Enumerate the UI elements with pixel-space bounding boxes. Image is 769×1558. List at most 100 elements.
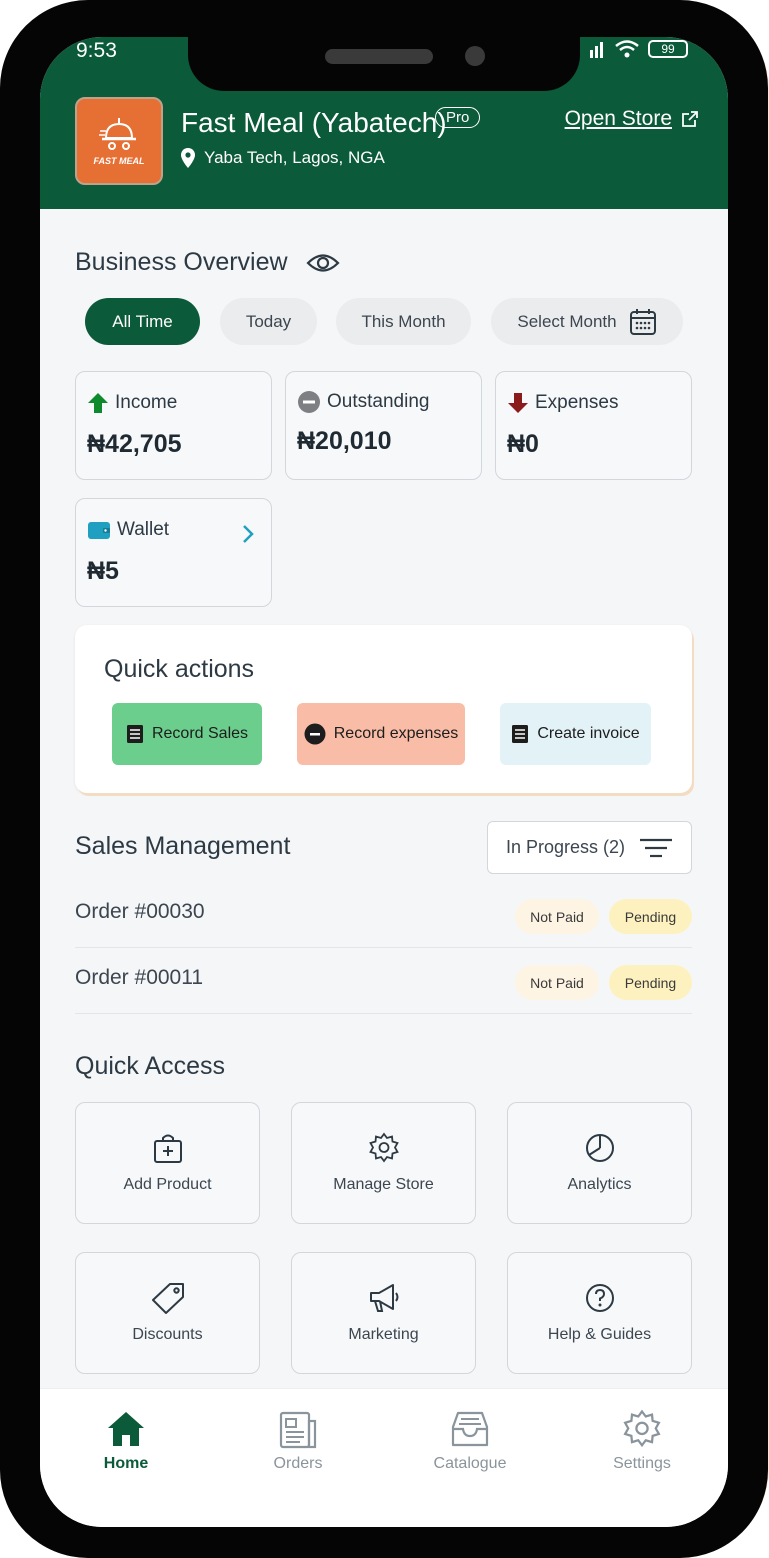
megaphone-icon [369,1284,398,1312]
order-number: Order #00030 [75,900,205,923]
store-location: Yaba Tech, Lagos, NGA [180,147,385,169]
help-guides-label: Help & Guides [547,1326,652,1343]
nav-catalogue-label: Catalogue [433,1455,507,1472]
nav-orders[interactable]: Orders [238,1409,358,1473]
filter-this-month[interactable]: This Month [336,298,471,345]
status-badge: Pending [609,899,692,934]
select-month-label: Select Month [517,311,617,331]
outstanding-label-row: Outstanding [297,390,429,414]
wallet-card[interactable]: Wallet ₦5 [75,498,272,607]
payment-badge: Not Paid [515,899,599,934]
income-value: ₦42,705 [87,430,182,458]
analytics-label: Analytics [567,1176,632,1193]
business-overview-heading: Business Overview [75,248,340,277]
payment-badge: Not Paid [515,965,599,1000]
record-expenses-button[interactable]: Record expenses [297,703,465,765]
wallet-value: ₦5 [87,557,119,585]
store-name: Fast Meal (Yabatech) [181,107,447,138]
receipt-icon [126,725,143,743]
analytics-tile[interactable]: Analytics [507,1102,692,1224]
add-product-tile[interactable]: Add Product [75,1102,260,1224]
outstanding-value: ₦20,010 [297,427,392,455]
bottom-navigation: Home Orders Catalogue Settings [40,1388,728,1527]
status-time: 9:53 [76,39,117,62]
outstanding-label: Outstanding [327,391,430,412]
quick-access-title: Quick Access [75,1052,226,1080]
pro-badge: Pro [435,107,481,128]
create-invoice-button[interactable]: Create invoice [500,703,651,765]
manage-store-label: Manage Store [333,1176,434,1193]
order-row[interactable]: Order #00030 Not Paid Pending [75,882,692,948]
nav-home[interactable]: Home [66,1409,186,1473]
wifi-icon [615,40,639,58]
phone-speaker [325,49,433,64]
wallet-icon [88,522,110,539]
nav-settings-label: Settings [613,1455,671,1472]
filter-icon [640,838,672,857]
open-store-label: Open Store [564,107,672,130]
business-overview-title: Business Overview [75,248,288,276]
open-store-link[interactable]: Open Store [565,107,700,131]
tag-icon [151,1283,184,1314]
wallet-label: Wallet [117,519,170,540]
marketing-tile[interactable]: Marketing [291,1252,476,1374]
status-icons: 99 [590,39,688,59]
outstanding-card: Outstanding ₦20,010 [285,371,482,480]
filter-today[interactable]: Today [220,298,317,345]
arrow-down-icon [508,393,528,413]
eye-icon[interactable] [306,252,340,274]
discounts-tile[interactable]: Discounts [75,1252,260,1374]
discounts-label: Discounts [132,1326,203,1343]
wallet-label-row: Wallet [87,519,169,541]
marketing-label: Marketing [348,1326,419,1343]
nav-settings[interactable]: Settings [582,1409,702,1473]
filter-all-time[interactable]: All Time [85,298,200,345]
sales-management-title: Sales Management [75,832,291,860]
record-sales-label: Record Sales [151,725,249,742]
income-label: Income [115,392,178,413]
record-sales-button[interactable]: Record Sales [112,703,262,765]
order-filter-label: In Progress (2) [506,837,626,857]
order-status-filter[interactable]: In Progress (2) [487,821,692,874]
shopping-bag-plus-icon [153,1134,182,1163]
meal-dome-icon [99,118,136,150]
expenses-label: Expenses [535,392,619,413]
nav-orders-label: Orders [273,1455,323,1472]
invoice-icon [512,725,529,743]
order-number: Order #00011 [75,966,204,989]
arrow-up-icon [88,393,108,413]
record-expenses-label: Record expenses [333,725,459,742]
income-label-row: Income [87,392,177,414]
minus-circle-icon [304,723,326,745]
create-invoice-label: Create invoice [537,725,640,742]
external-link-icon [682,111,698,127]
nav-home-label: Home [103,1455,149,1472]
help-guides-tile[interactable]: Help & Guides [507,1252,692,1374]
order-row[interactable]: Order #00011 Not Paid Pending [75,948,692,1014]
expenses-value: ₦0 [507,430,539,458]
location-text: Yaba Tech, Lagos, NGA [204,148,385,167]
settings-gear-icon [623,1409,661,1448]
minus-circle-icon [298,391,320,413]
store-logo: FAST MEAL [75,97,163,185]
gear-icon [368,1132,399,1163]
catalogue-icon [451,1411,489,1447]
pie-chart-icon [585,1134,614,1162]
orders-icon [279,1411,317,1449]
expenses-card: Expenses ₦0 [495,371,692,480]
home-icon [108,1412,144,1446]
signal-icon [590,42,603,58]
quick-actions-card: Quick actions Record Sales Record expens… [75,625,692,793]
help-circle-icon [585,1284,614,1312]
logo-text: FAST MEAL [93,156,145,166]
expenses-label-row: Expenses [507,392,618,414]
income-card: Income ₦42,705 [75,371,272,480]
phone-notch [188,37,580,91]
filter-select-month[interactable]: Select Month [491,298,683,345]
nav-catalogue[interactable]: Catalogue [410,1409,530,1473]
location-pin-icon [181,148,195,168]
status-badge: Pending [609,965,692,1000]
manage-store-tile[interactable]: Manage Store [291,1102,476,1224]
add-product-label: Add Product [123,1176,212,1193]
battery-icon: 99 [648,40,688,58]
